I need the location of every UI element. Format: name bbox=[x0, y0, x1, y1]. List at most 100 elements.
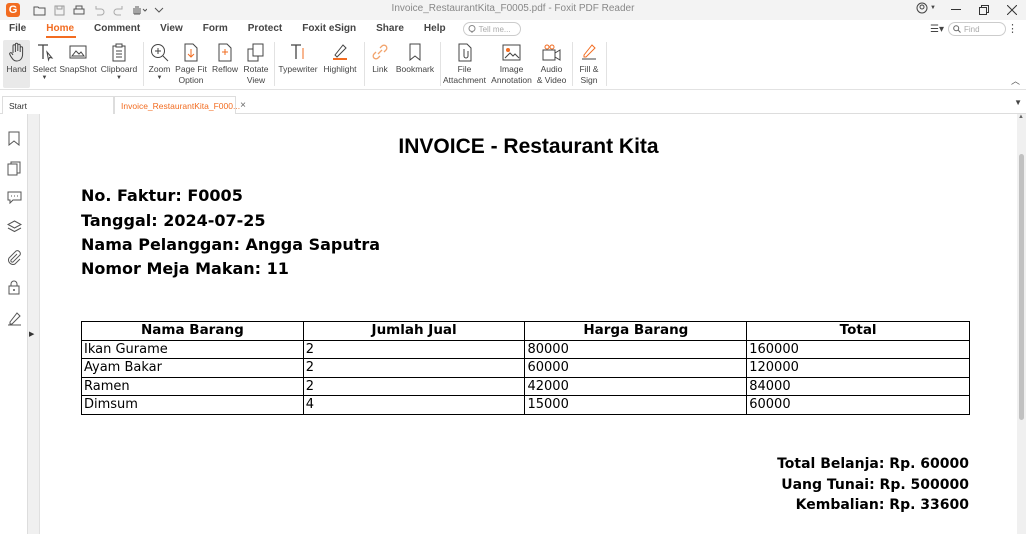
ribbon-separator bbox=[143, 42, 144, 86]
typewriter-icon bbox=[288, 42, 308, 62]
tab-form[interactable]: Form bbox=[194, 20, 239, 38]
more-options-icon[interactable]: ⋮ bbox=[1007, 22, 1018, 35]
total-purchase: Total Belanja: Rp. 60000 bbox=[777, 456, 969, 472]
link-label: Link bbox=[372, 64, 388, 74]
table-row: Ayam Bakar 2 60000 120000 bbox=[81, 358, 970, 378]
file-attachment-icon bbox=[455, 42, 475, 62]
redo-icon[interactable] bbox=[110, 2, 128, 18]
ribbon-separator bbox=[606, 42, 607, 86]
tab-start[interactable]: Start bbox=[2, 96, 114, 114]
select-label: Select bbox=[32, 64, 57, 74]
hand-tool-button[interactable]: Hand bbox=[3, 40, 30, 88]
tell-me-input[interactable]: Tell me... bbox=[462, 22, 521, 36]
table-cell: 2 bbox=[302, 376, 526, 396]
rotate-view-label-2: View bbox=[246, 75, 266, 85]
title-bar: G Invoice_RestaurantKita_F0005.pdf - Fox… bbox=[0, 0, 1026, 20]
rotate-view-button[interactable]: Rotate View bbox=[241, 40, 271, 88]
page-thumbnails-icon[interactable] bbox=[6, 160, 22, 176]
audio-video-label-1: Audio bbox=[540, 64, 563, 74]
zoom-icon bbox=[150, 42, 170, 62]
page-fit-label-2: Option bbox=[178, 75, 204, 85]
table-cell: 2 bbox=[302, 358, 526, 378]
account-button[interactable]: ▼ bbox=[916, 2, 936, 14]
table-cell: 120000 bbox=[746, 358, 970, 378]
tab-file[interactable]: File bbox=[0, 20, 37, 38]
table-cell: 15000 bbox=[524, 395, 748, 415]
bookmark-button[interactable]: Bookmark bbox=[395, 40, 435, 88]
collapse-ribbon-icon[interactable]: ︿ bbox=[1011, 74, 1020, 87]
audio-video-button[interactable]: Audio & Video bbox=[535, 40, 568, 88]
clipboard-label: Clipboard bbox=[100, 64, 138, 74]
fill-sign-icon bbox=[579, 42, 599, 62]
vertical-scrollbar[interactable]: ▲ bbox=[1017, 114, 1026, 534]
reflow-button[interactable]: Reflow bbox=[211, 40, 239, 88]
select-tool-button[interactable]: Select ▼ bbox=[32, 40, 57, 88]
snapshot-label: SnapShot bbox=[59, 64, 97, 74]
table-cell: Ramen bbox=[81, 376, 304, 396]
invoice-date: Tanggal: 2024-07-25 bbox=[81, 211, 266, 230]
column-header: Harga Barang bbox=[524, 321, 748, 341]
page-fit-option-button[interactable]: Page Fit Option bbox=[175, 40, 207, 88]
print-icon[interactable] bbox=[70, 2, 88, 18]
ribbon-toolbar: Hand Select ▼ SnapShot Clipboard ▼ Zoom … bbox=[0, 38, 1026, 90]
navigation-panel bbox=[0, 114, 28, 534]
image-annotation-label-1: Image bbox=[499, 64, 524, 74]
comments-panel-icon[interactable] bbox=[6, 189, 22, 205]
save-icon[interactable] bbox=[50, 2, 68, 18]
close-tab-icon[interactable]: × bbox=[240, 100, 246, 111]
panel-splitter[interactable] bbox=[28, 114, 40, 534]
hand-label: Hand bbox=[6, 64, 27, 74]
security-lock-icon[interactable] bbox=[6, 279, 22, 295]
invoice-number: No. Faktur: F0005 bbox=[81, 186, 243, 205]
table-cell: 2 bbox=[302, 339, 526, 359]
rotate-view-icon bbox=[246, 42, 266, 62]
search-icon bbox=[953, 25, 961, 33]
change-amount: Kembalian: Rp. 33600 bbox=[795, 497, 969, 513]
invoice-items-table: Nama Barang Jumlah Jual Harga Barang Tot… bbox=[81, 321, 970, 415]
attachments-panel-icon[interactable] bbox=[6, 249, 22, 265]
tab-start-label: Start bbox=[9, 100, 27, 111]
tab-list-chevron-icon[interactable]: ▼ bbox=[1014, 98, 1022, 107]
image-annotation-button[interactable]: Image Annotation bbox=[490, 40, 533, 88]
chevron-down-icon: ▼ bbox=[116, 75, 122, 81]
link-button[interactable]: Link bbox=[368, 40, 392, 88]
layers-icon[interactable] bbox=[6, 219, 22, 235]
menu-bar: File Home Comment View Form Protect Foxi… bbox=[0, 20, 1026, 38]
foxit-logo-icon[interactable]: G bbox=[6, 3, 20, 17]
reflow-label: Reflow bbox=[212, 64, 238, 74]
tab-share[interactable]: Share bbox=[367, 20, 415, 38]
open-folder-icon[interactable] bbox=[30, 2, 48, 18]
table-cell: 60000 bbox=[524, 358, 748, 378]
ribbon-separator bbox=[440, 42, 441, 86]
scrollbar-thumb[interactable] bbox=[1019, 154, 1024, 420]
table-cell: 160000 bbox=[746, 339, 970, 359]
signature-panel-icon[interactable] bbox=[6, 310, 22, 326]
tab-protect[interactable]: Protect bbox=[239, 20, 293, 38]
customize-toolbar-icon[interactable] bbox=[150, 2, 168, 18]
tab-foxit-esign[interactable]: Foxit eSign bbox=[293, 20, 367, 38]
snapshot-button[interactable]: SnapShot bbox=[59, 40, 97, 88]
typewriter-button[interactable]: Typewriter bbox=[278, 40, 318, 88]
tab-comment[interactable]: Comment bbox=[85, 20, 151, 38]
close-icon[interactable] bbox=[998, 0, 1026, 20]
tab-invoice-document[interactable]: Invoice_RestaurantKita_F000... × bbox=[114, 96, 246, 114]
hand-tool-dropdown-icon[interactable] bbox=[130, 2, 148, 18]
column-header: Nama Barang bbox=[81, 321, 304, 341]
minimize-icon[interactable] bbox=[942, 0, 970, 20]
restore-icon[interactable] bbox=[970, 0, 998, 20]
expand-panel-chevron-icon[interactable]: ▶ bbox=[29, 330, 35, 338]
tab-home[interactable]: Home bbox=[37, 20, 85, 38]
tab-help[interactable]: Help bbox=[415, 20, 457, 38]
clipboard-button[interactable]: Clipboard ▼ bbox=[100, 40, 138, 88]
file-attachment-button[interactable]: File Attachment bbox=[443, 40, 486, 88]
zoom-button[interactable]: Zoom ▼ bbox=[147, 40, 172, 88]
undo-icon[interactable] bbox=[90, 2, 108, 18]
table-row: Ramen 2 42000 84000 bbox=[81, 376, 970, 396]
highlight-button[interactable]: Highlight bbox=[322, 40, 358, 88]
find-input[interactable]: Find bbox=[948, 22, 1006, 36]
fill-and-sign-button[interactable]: Fill & Sign bbox=[576, 40, 602, 88]
bookmark-panel-icon[interactable] bbox=[6, 130, 22, 146]
find-options-icon[interactable]: ☰▾ bbox=[930, 24, 944, 35]
scroll-up-icon[interactable]: ▲ bbox=[1018, 114, 1024, 120]
tab-view[interactable]: View bbox=[151, 20, 194, 38]
